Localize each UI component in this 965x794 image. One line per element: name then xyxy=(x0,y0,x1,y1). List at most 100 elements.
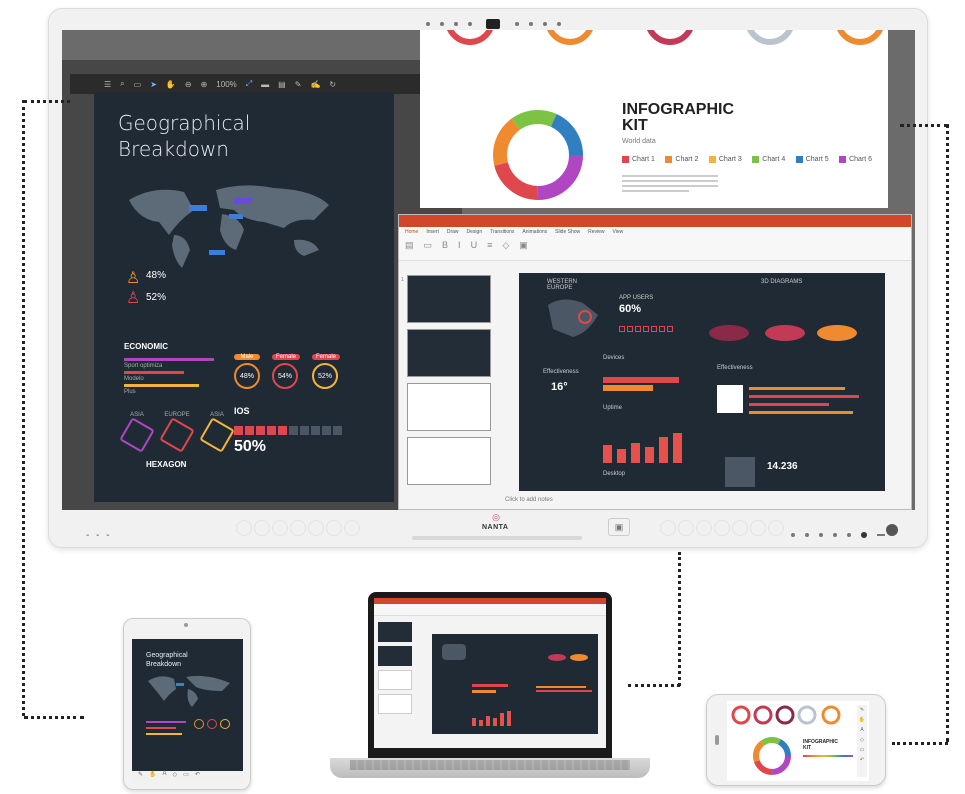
tablet-bar xyxy=(146,727,176,729)
economic-heading: ECONOMIC xyxy=(124,342,168,351)
laptop-screen[interactable] xyxy=(374,598,606,748)
main-slide[interactable]: WESTERN EUROPE APP USERS 60% 3D DIAGRAMS… xyxy=(519,273,885,491)
ios-heading: IOS xyxy=(234,406,250,416)
economic-bars: Sport optimiza Modelo Plus xyxy=(124,358,214,397)
ribbon-tab[interactable]: Draw xyxy=(447,229,459,235)
laptop-keyboard xyxy=(350,760,630,770)
zoom-out-icon[interactable]: ⊖ xyxy=(185,80,192,89)
hand-icon[interactable]: ✋ xyxy=(149,771,156,781)
eraser-icon[interactable]: ▭ xyxy=(183,771,189,781)
ring-label: Female xyxy=(312,354,341,360)
female-icon: ♙ xyxy=(126,290,141,307)
comment-icon[interactable]: ▤ xyxy=(278,80,286,89)
uptime-bars xyxy=(603,427,683,463)
bold-icon[interactable]: B xyxy=(442,240,448,251)
text-icon[interactable]: A xyxy=(857,725,867,735)
paste-icon[interactable]: ▤ xyxy=(405,240,414,251)
shape-icon[interactable]: ◇ xyxy=(857,735,867,745)
bezel-buttons[interactable] xyxy=(786,526,890,544)
legend-item: Chart 4 xyxy=(752,156,785,163)
slide-thumbnail[interactable] xyxy=(407,329,491,377)
ribbon-tab[interactable]: Review xyxy=(588,229,604,235)
laptop-slide-thumbnail[interactable] xyxy=(378,694,412,714)
undo-icon[interactable]: ↶ xyxy=(857,755,867,765)
power-button[interactable] xyxy=(886,524,898,536)
temperature-value: 16° xyxy=(551,381,568,393)
slide-thumbnail[interactable] xyxy=(407,383,491,431)
fit-icon[interactable]: ⤢ xyxy=(246,79,252,89)
ribbon-tab[interactable]: Insert xyxy=(426,229,439,235)
ring-label: Male xyxy=(234,354,260,360)
laptop-slide-thumbnail[interactable] xyxy=(378,646,412,666)
hexagon-row: ASIA EUROPE ASIA xyxy=(119,412,235,453)
slide-title-line-1: INFOGRAPHIC xyxy=(622,101,734,118)
slide-thumbnail[interactable] xyxy=(407,275,491,323)
phone-legend-strip xyxy=(803,755,853,757)
shapes-icon[interactable]: ◇ xyxy=(502,240,509,251)
bezel-dash-indicators: - - - xyxy=(86,530,112,541)
ring-value: 54% xyxy=(272,363,298,389)
hexagon-label: EUROPE xyxy=(164,412,190,418)
phone-screen[interactable]: INFOGRAPHIC KIT ✎ ✋ A ◇ ▭ ↶ xyxy=(727,701,869,781)
pen-icon[interactable]: ✎ xyxy=(138,771,143,781)
page-icon[interactable]: ▭ xyxy=(134,80,142,89)
new-slide-icon[interactable]: ▭ xyxy=(424,240,433,251)
hand-icon[interactable]: ✋ xyxy=(166,80,176,89)
underline-icon[interactable]: U xyxy=(471,240,478,251)
zoom-in-icon[interactable]: ⊕ xyxy=(201,80,208,89)
nfc-icon[interactable]: ▣ xyxy=(608,518,630,536)
brand-name: NANTA xyxy=(482,524,509,531)
slide-subtitle: World data xyxy=(622,138,656,145)
europe-map xyxy=(548,299,598,337)
ring-item: Female 54% xyxy=(272,354,301,389)
pen-icon[interactable]: ✎ xyxy=(857,705,867,715)
ribbon-tab[interactable]: Transitions xyxy=(490,229,514,235)
search-icon[interactable]: ⌕ xyxy=(120,79,124,89)
highlight-icon[interactable]: ▬ xyxy=(261,80,269,89)
ribbon-tab[interactable]: Animations xyxy=(522,229,547,235)
notes-placeholder[interactable]: Click to add notes xyxy=(505,497,553,503)
laptop-bar xyxy=(536,686,586,688)
tablet-bar xyxy=(146,733,182,735)
undo-icon[interactable]: ↶ xyxy=(195,771,200,781)
arrange-icon[interactable]: ▣ xyxy=(519,240,528,251)
ribbon-tab[interactable]: Design xyxy=(467,229,483,235)
hexagon-item: ASIA xyxy=(199,412,235,453)
hexagon-shape xyxy=(119,417,155,453)
camera-icon xyxy=(486,18,501,29)
laptop-map-graphic xyxy=(442,644,466,660)
legend-item: Chart 6 xyxy=(839,156,872,163)
laptop-bar xyxy=(472,690,496,693)
slide-thumbnail[interactable] xyxy=(407,437,491,485)
eraser-icon[interactable]: ▭ xyxy=(857,745,867,755)
italic-icon[interactable]: I xyxy=(458,240,461,251)
text-icon[interactable]: A xyxy=(163,771,167,781)
sign-icon[interactable]: ✍ xyxy=(310,80,320,89)
align-icon[interactable]: ≡ xyxy=(487,240,492,251)
menu-icon[interactable]: ☰ xyxy=(104,80,111,89)
brand-logo-icon: ◎ xyxy=(492,512,500,522)
hand-icon[interactable]: ✋ xyxy=(857,715,867,725)
shape-icon[interactable]: ◇ xyxy=(173,771,178,781)
male-percent: 48% xyxy=(146,270,167,281)
world-map xyxy=(129,185,329,268)
phone-camera xyxy=(715,735,719,745)
legend-item: Chart 1 xyxy=(622,156,655,163)
laptop-main-slide[interactable] xyxy=(432,634,598,734)
rotate-icon[interactable]: ↻ xyxy=(329,80,336,89)
zoom-level[interactable]: 100% xyxy=(216,80,236,89)
laptop-slide-thumbnail[interactable] xyxy=(378,622,412,642)
ribbon-tab[interactable]: Slide Show xyxy=(555,229,580,235)
ribbon-tab[interactable]: Home xyxy=(405,229,418,235)
laptop-slide-thumbnail[interactable] xyxy=(378,670,412,690)
cursor-icon[interactable]: ➤ xyxy=(150,80,157,89)
image-placeholder xyxy=(725,457,755,487)
ribbon-tab[interactable]: View xyxy=(613,229,624,235)
connector-line xyxy=(900,124,948,127)
tablet-screen[interactable]: Geographical Breakdown ✎ ✋ A ◇ ▭ ↶ xyxy=(132,631,243,781)
ring-item: Male 48% xyxy=(234,354,260,389)
title-line-2: Breakdown xyxy=(118,137,229,161)
app-users-label: APP USERS xyxy=(619,295,654,301)
pen-icon[interactable]: ✎ xyxy=(295,80,302,89)
effectiveness-bar xyxy=(749,411,853,414)
